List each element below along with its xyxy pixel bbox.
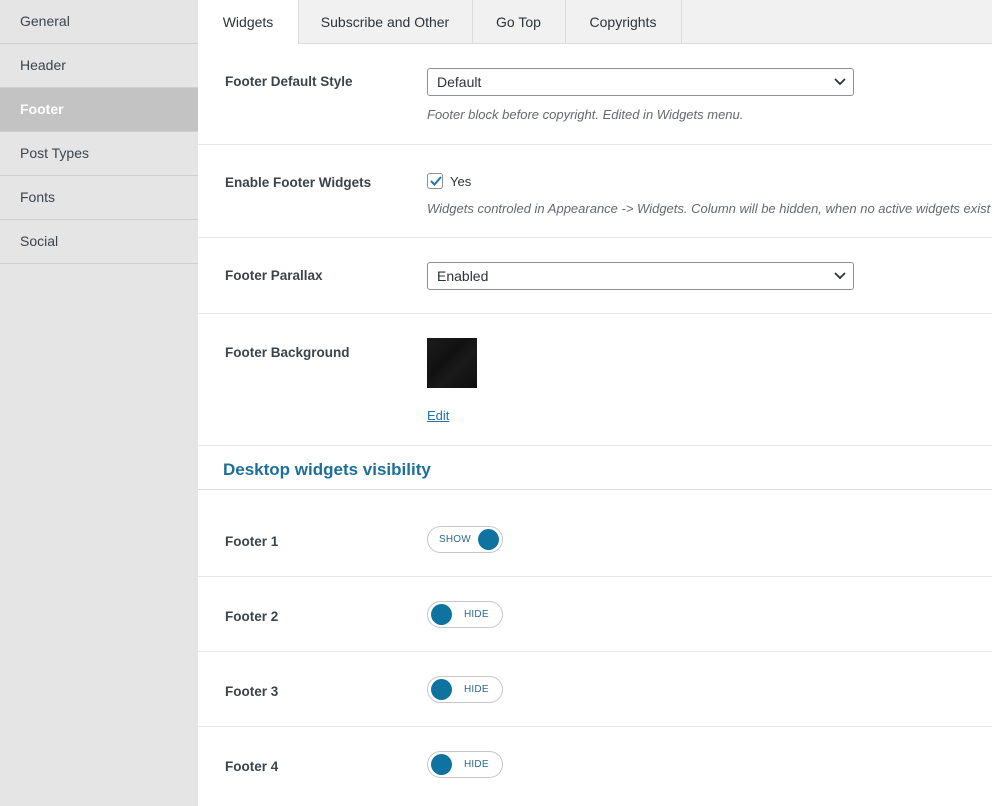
footer-background-label: Footer Background xyxy=(225,345,350,360)
sidebar-item-header[interactable]: Header xyxy=(0,44,198,88)
footer-4-visibility-toggle[interactable]: HIDE xyxy=(427,751,503,778)
settings-panel: Footer Default Style Default Footer bloc… xyxy=(198,44,992,806)
footer-widgets-label: Enable Footer Widgets xyxy=(225,175,372,190)
footer-3-row: Footer 3 HIDE xyxy=(198,652,992,727)
settings-sidebar: General Header Footer Post Types Fonts S… xyxy=(0,0,198,806)
footer-parallax-row: Footer Parallax Enabled xyxy=(198,238,992,314)
footer-parallax-value: Enabled xyxy=(437,268,489,284)
section-title: Desktop widgets visibility xyxy=(223,460,431,479)
footer-1-visibility-toggle[interactable]: SHOW xyxy=(427,526,503,553)
tab-go-top[interactable]: Go Top xyxy=(472,0,566,43)
tab-bar: Widgets Subscribe and Other Go Top Copyr… xyxy=(198,0,992,44)
footer-background-edit-link[interactable]: Edit xyxy=(427,408,449,423)
toggle-knob xyxy=(431,604,452,625)
sidebar-item-fonts[interactable]: Fonts xyxy=(0,176,198,220)
toggle-knob xyxy=(478,529,499,550)
footer-parallax-label: Footer Parallax xyxy=(225,268,323,283)
footer-background-thumbnail[interactable] xyxy=(427,338,477,388)
footer-style-description: Footer block before copyright. Edited in… xyxy=(427,107,744,122)
footer-2-label: Footer 2 xyxy=(225,609,279,624)
toggle-knob xyxy=(431,754,452,775)
footer-widgets-checkbox-label[interactable]: Yes xyxy=(450,174,471,189)
checkmark-icon xyxy=(430,176,442,186)
visibility-section-header: Desktop widgets visibility xyxy=(198,446,992,490)
sidebar-item-general[interactable]: General xyxy=(0,0,198,44)
sidebar-item-post-types[interactable]: Post Types xyxy=(0,132,198,176)
footer-3-label: Footer 3 xyxy=(225,684,279,699)
footer-style-select[interactable]: Default xyxy=(427,68,854,96)
toggle-state-text: HIDE xyxy=(464,609,489,620)
footer-1-row: Footer 1 SHOW xyxy=(198,502,992,577)
footer-background-row: Footer Background Edit xyxy=(198,314,992,446)
toggle-state-text: HIDE xyxy=(464,759,489,770)
tab-subscribe-and-other[interactable]: Subscribe and Other xyxy=(298,0,473,43)
footer-2-visibility-toggle[interactable]: HIDE xyxy=(427,601,503,628)
chevron-down-icon xyxy=(834,272,846,280)
footer-style-row: Footer Default Style Default Footer bloc… xyxy=(198,44,992,145)
chevron-down-icon xyxy=(834,78,846,86)
sidebar-item-footer[interactable]: Footer xyxy=(0,88,198,132)
footer-style-label: Footer Default Style xyxy=(225,74,353,89)
footer-2-row: Footer 2 HIDE xyxy=(198,577,992,652)
toggle-state-text: HIDE xyxy=(464,684,489,695)
footer-widgets-row: Enable Footer Widgets Yes Widgets contro… xyxy=(198,145,992,238)
toggle-knob xyxy=(431,679,452,700)
footer-style-value: Default xyxy=(437,74,482,90)
footer-1-label: Footer 1 xyxy=(225,534,279,549)
tab-widgets[interactable]: Widgets xyxy=(198,0,299,44)
footer-3-visibility-toggle[interactable]: HIDE xyxy=(427,676,503,703)
footer-4-label: Footer 4 xyxy=(225,759,279,774)
tab-copyrights[interactable]: Copyrights xyxy=(565,0,682,43)
footer-widgets-description: Widgets controled in Appearance -> Widge… xyxy=(427,201,991,216)
footer-widgets-checkbox[interactable] xyxy=(427,173,443,189)
toggle-state-text: SHOW xyxy=(439,534,471,545)
footer-parallax-select[interactable]: Enabled xyxy=(427,262,854,290)
sidebar-item-social[interactable]: Social xyxy=(0,220,198,264)
footer-4-row: Footer 4 HIDE xyxy=(198,727,992,806)
